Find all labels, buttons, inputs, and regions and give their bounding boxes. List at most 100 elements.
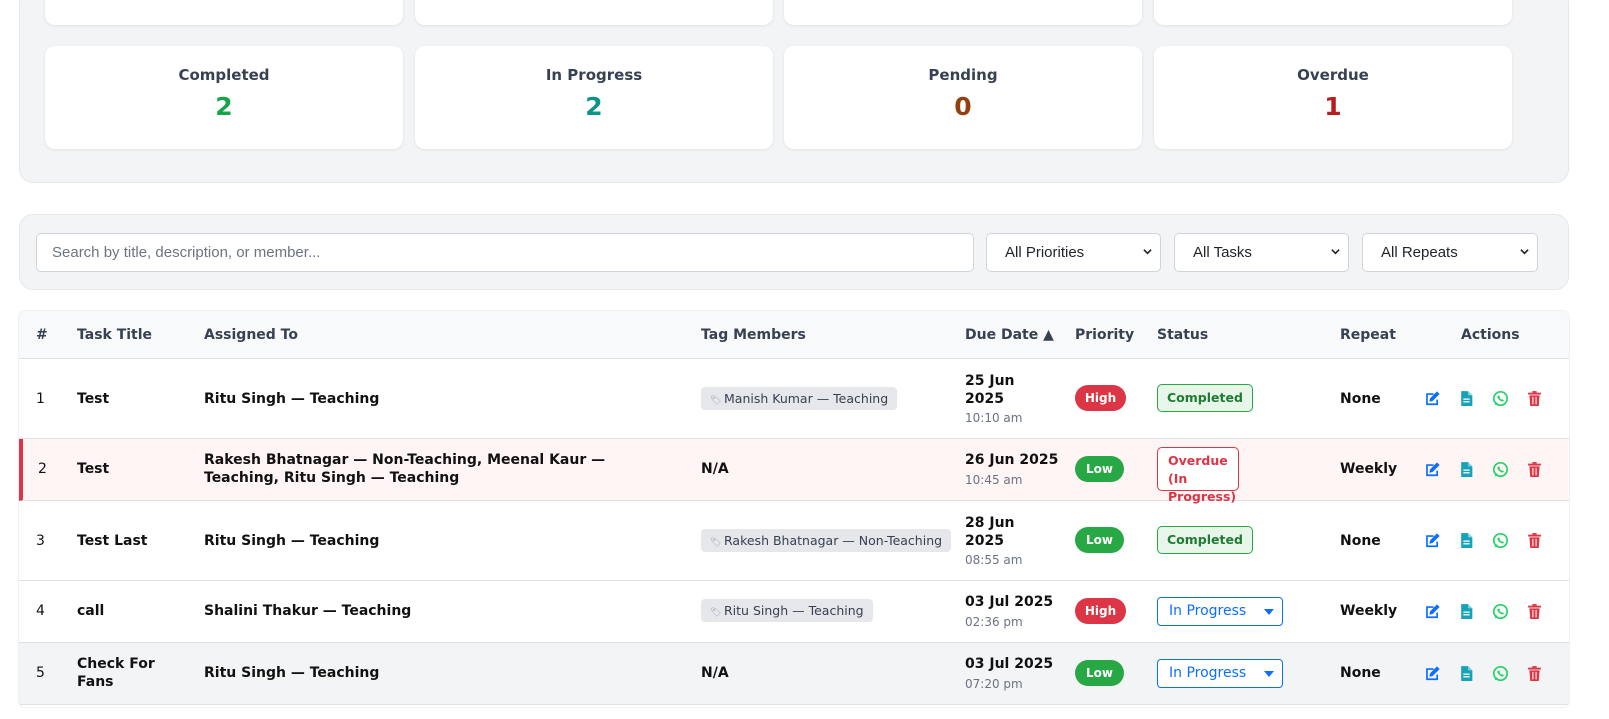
document-icon[interactable]: [1458, 665, 1475, 682]
due-date: 25 Jun 2025: [965, 373, 1015, 407]
stat-card-medium: 0: [784, 0, 1142, 25]
whatsapp-icon[interactable]: [1492, 603, 1509, 620]
task-filter-value: All Tasks: [1193, 244, 1252, 261]
whatsapp-icon[interactable]: [1492, 665, 1509, 682]
priority-badge: Low: [1075, 527, 1124, 553]
priority-filter-value: All Priorities: [1005, 244, 1085, 261]
tag-member: 🏷 Manish Kumar — Teaching: [701, 387, 898, 410]
table-row: 1 Test Ritu Singh — Teaching 🏷 Manish Kum…: [19, 359, 1569, 439]
tag-icon: 🏷: [710, 396, 722, 406]
status-select-value: In Progress: [1169, 665, 1247, 681]
repeat-value: Weekly: [1340, 461, 1398, 477]
stat-value-low: 0: [1154, 0, 1512, 5]
stat-value-high: 2: [415, 0, 773, 5]
stat-card-low: 0: [1154, 0, 1512, 25]
filter-bar: All Priorities All Tasks All Repeats: [19, 214, 1569, 290]
tasks-table: # Task Title Assigned To Tag Members Due…: [19, 311, 1569, 707]
trash-icon[interactable]: [1526, 665, 1543, 682]
caret-down-icon: [1264, 671, 1274, 677]
assigned-to: Ritu Singh — Teaching: [204, 665, 380, 681]
due-time: 10:45 am: [965, 473, 1023, 487]
due-time: 02:36 pm: [965, 615, 1023, 629]
task-title: Test: [77, 391, 110, 407]
status-select[interactable]: In Progress: [1157, 597, 1283, 626]
task-title: Check For Fans: [77, 656, 155, 690]
search-input[interactable]: [36, 233, 974, 272]
header-priority[interactable]: Priority: [1075, 327, 1134, 343]
task-title: Test Last: [77, 533, 148, 549]
repeat-value: Weekly: [1340, 603, 1398, 619]
edit-icon[interactable]: [1424, 603, 1441, 620]
stat-label-completed: Completed: [178, 66, 270, 84]
stat-card-completed: Completed 2: [45, 46, 403, 149]
tag-icon: 🏷: [710, 608, 722, 618]
task-title: call: [77, 603, 105, 619]
priority-badge: High: [1075, 385, 1126, 411]
row-number: 5: [36, 665, 45, 681]
chevron-down-icon: [1331, 249, 1340, 255]
stat-value-completed: 2: [215, 92, 233, 121]
due-time: 08:55 am: [965, 553, 1023, 567]
header-status[interactable]: Status: [1157, 327, 1208, 343]
document-icon[interactable]: [1458, 390, 1475, 407]
stat-card-high: 2: [415, 0, 773, 25]
document-icon[interactable]: [1458, 603, 1475, 620]
tag-member: 🏷 Ritu Singh — Teaching: [701, 599, 873, 622]
table-row-overdue: 2 Test Rakesh Bhatnagar — Non-Teaching, …: [19, 439, 1569, 504]
trash-icon[interactable]: [1526, 603, 1543, 620]
repeat-filter-select[interactable]: All Repeats: [1362, 233, 1538, 272]
header-repeat[interactable]: Repeat: [1340, 327, 1396, 343]
header-assigned-to[interactable]: Assigned To: [204, 327, 298, 343]
edit-icon[interactable]: [1424, 665, 1441, 682]
header-num: #: [36, 327, 48, 343]
status-badge: Overdue (In Progress): [1157, 447, 1239, 504]
whatsapp-icon[interactable]: [1492, 461, 1509, 478]
whatsapp-icon[interactable]: [1492, 532, 1509, 549]
status-select-value: In Progress: [1169, 603, 1247, 619]
tag-member-label: Ritu Singh — Teaching: [724, 603, 864, 618]
table-row: 3 Test Last Ritu Singh — Teaching 🏷 Rakes…: [19, 501, 1569, 581]
repeat-value: None: [1340, 533, 1381, 549]
table-row: 5 Check For Fans Ritu Singh — Teaching N…: [19, 643, 1569, 705]
stat-value-overdue: 1: [1324, 92, 1342, 121]
chevron-down-icon: [1143, 249, 1152, 255]
task-filter-select[interactable]: All Tasks: [1174, 233, 1349, 272]
due-date: 03 Jul 2025: [965, 594, 1054, 610]
stat-value-medium: 0: [784, 0, 1142, 5]
header-task-title[interactable]: Task Title: [77, 327, 152, 343]
stats-panel: 3 2 0 0 Completed 2 In Progress 2 Pendin…: [19, 0, 1569, 183]
page-scrollbar[interactable]: [1593, 0, 1609, 719]
status-select[interactable]: In Progress: [1157, 659, 1283, 688]
edit-icon[interactable]: [1424, 390, 1441, 407]
edit-icon[interactable]: [1424, 532, 1441, 549]
stat-label-in-progress: In Progress: [545, 66, 643, 84]
chevron-down-icon: [1520, 249, 1529, 255]
tag-icon: 🏷: [710, 538, 722, 548]
document-icon[interactable]: [1458, 532, 1475, 549]
tag-member: 🏷 Rakesh Bhatnagar — Non-Teaching: [701, 529, 952, 552]
header-actions: Actions: [1461, 327, 1520, 343]
stat-card-total: 3: [45, 0, 403, 25]
trash-icon[interactable]: [1526, 390, 1543, 407]
assigned-to: Ritu Singh — Teaching: [204, 533, 380, 549]
whatsapp-icon[interactable]: [1492, 390, 1509, 407]
assigned-to: Rakesh Bhatnagar — Non-Teaching, Meenal …: [204, 452, 606, 486]
table-row: 4 call Shalini Thakur — Teaching 🏷 Ritu S…: [19, 581, 1569, 643]
priority-badge: High: [1075, 598, 1126, 624]
due-date: 03 Jul 2025: [965, 656, 1054, 672]
header-due-date[interactable]: Due Date ▲: [965, 327, 1054, 343]
priority-badge: Low: [1075, 660, 1124, 686]
header-tag-members: Tag Members: [701, 327, 806, 343]
repeat-value: None: [1340, 391, 1381, 407]
stat-value-in-progress: 2: [585, 92, 603, 121]
assigned-to: Shalini Thakur — Teaching: [204, 603, 412, 619]
document-icon[interactable]: [1458, 461, 1475, 478]
tag-member-none: N/A: [701, 665, 729, 681]
trash-icon[interactable]: [1526, 461, 1543, 478]
edit-icon[interactable]: [1424, 461, 1441, 478]
repeat-value: None: [1340, 665, 1381, 681]
trash-icon[interactable]: [1526, 532, 1543, 549]
priority-filter-select[interactable]: All Priorities: [986, 233, 1161, 272]
priority-badge: Low: [1075, 456, 1124, 482]
stat-label-pending: Pending: [928, 66, 998, 84]
